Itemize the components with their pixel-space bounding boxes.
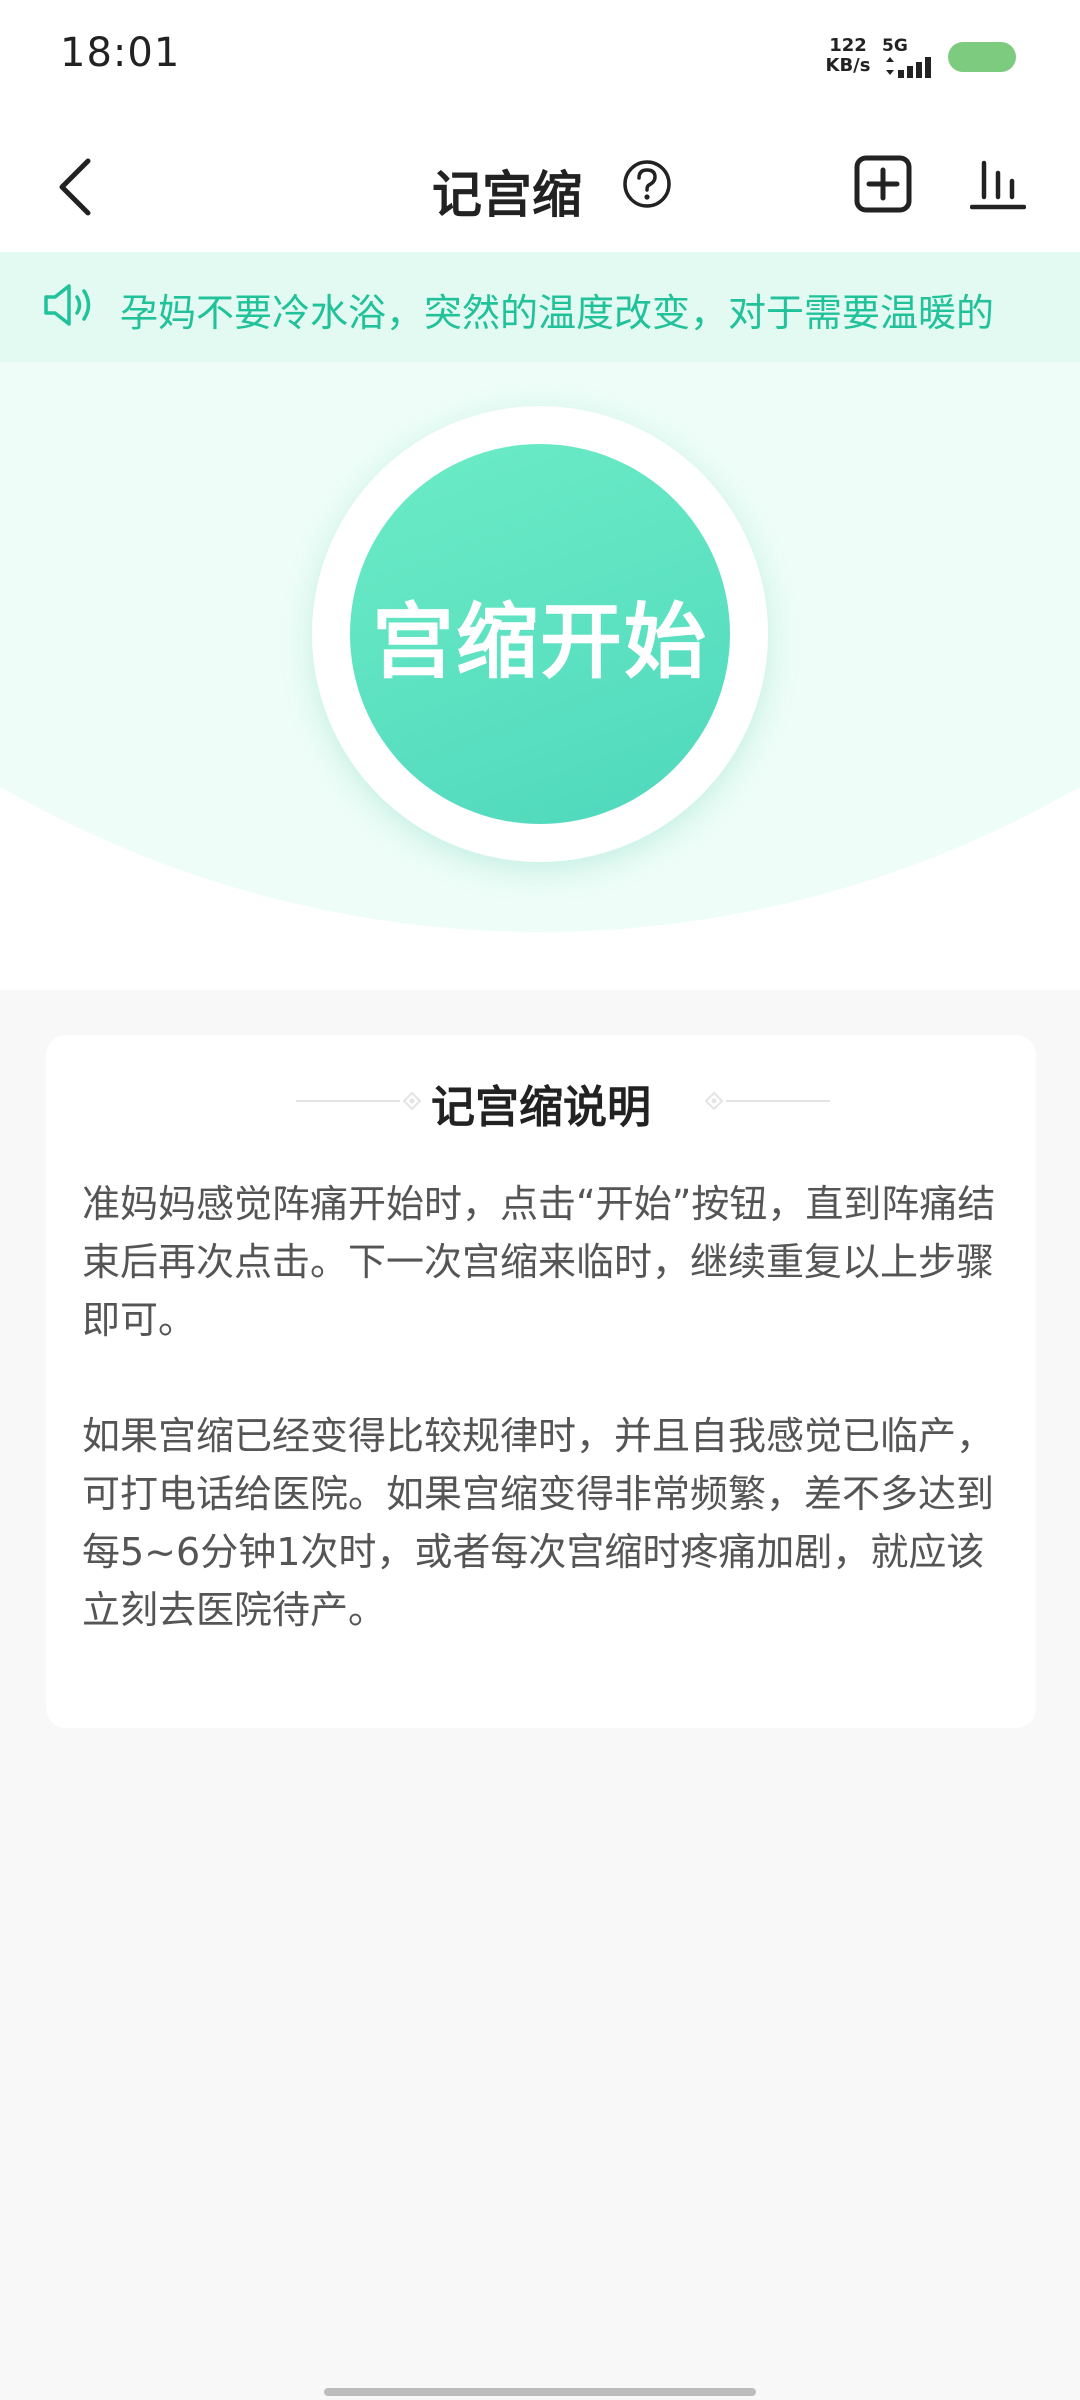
contraction-start-button[interactable]: 宫缩开始 [350,444,730,824]
signal-icon [886,57,931,78]
network-type: 5G [882,36,908,56]
instructions-card: 记宫缩说明 准妈妈感觉阵痛开始时，点击“开始”按钮，直到阵痛结束后再次点击。下一… [46,1035,1036,1728]
network-speed-value: 122 [829,35,867,56]
help-icon[interactable] [622,159,672,209]
network-speed: 122 KB/s [822,36,874,76]
notice-text: 孕妈不要冷水浴，突然的温度改变，对于需要温暖的 [120,291,995,332]
speaker-icon [44,284,91,326]
card-title: 记宫缩说明 [431,1082,651,1133]
start-button-label: 宫缩开始 [371,594,708,690]
instruction-paragraph: 准妈妈感觉阵痛开始时，点击“开始”按钮，直到阵痛结束后再次点击。下一次宫缩来临时… [82,1182,996,1342]
battery-icon [948,42,1016,72]
card-body: 准妈妈感觉阵痛开始时，点击“开始”按钮，直到阵痛结束后再次点击。下一次宫缩来临时… [82,1175,1002,1697]
notice-bar[interactable]: 孕妈不要冷水浴，突然的温度改变，对于需要温暖的 [0,252,1080,362]
page-title-text: 记宫缩 [432,166,582,224]
title-decoration-right-icon [704,1091,830,1111]
home-indicator[interactable] [324,2388,756,2396]
status-time: 18:01 [60,30,181,76]
nav-bar: 记宫缩 [0,115,1080,252]
hero-area: 宫缩开始 [0,362,1080,990]
stats-icon[interactable] [970,155,1026,211]
network-speed-unit: KB/s [825,55,871,76]
status-bar: 18:01 122 KB/s 5G [0,0,1080,115]
add-icon[interactable] [854,155,912,213]
instruction-paragraph: 如果宫缩已经变得比较规律时，并且自我感觉已临产，可打电话给医院。如果宫缩变得非常… [82,1414,995,1632]
page-title: 记宫缩 [0,155,1080,227]
